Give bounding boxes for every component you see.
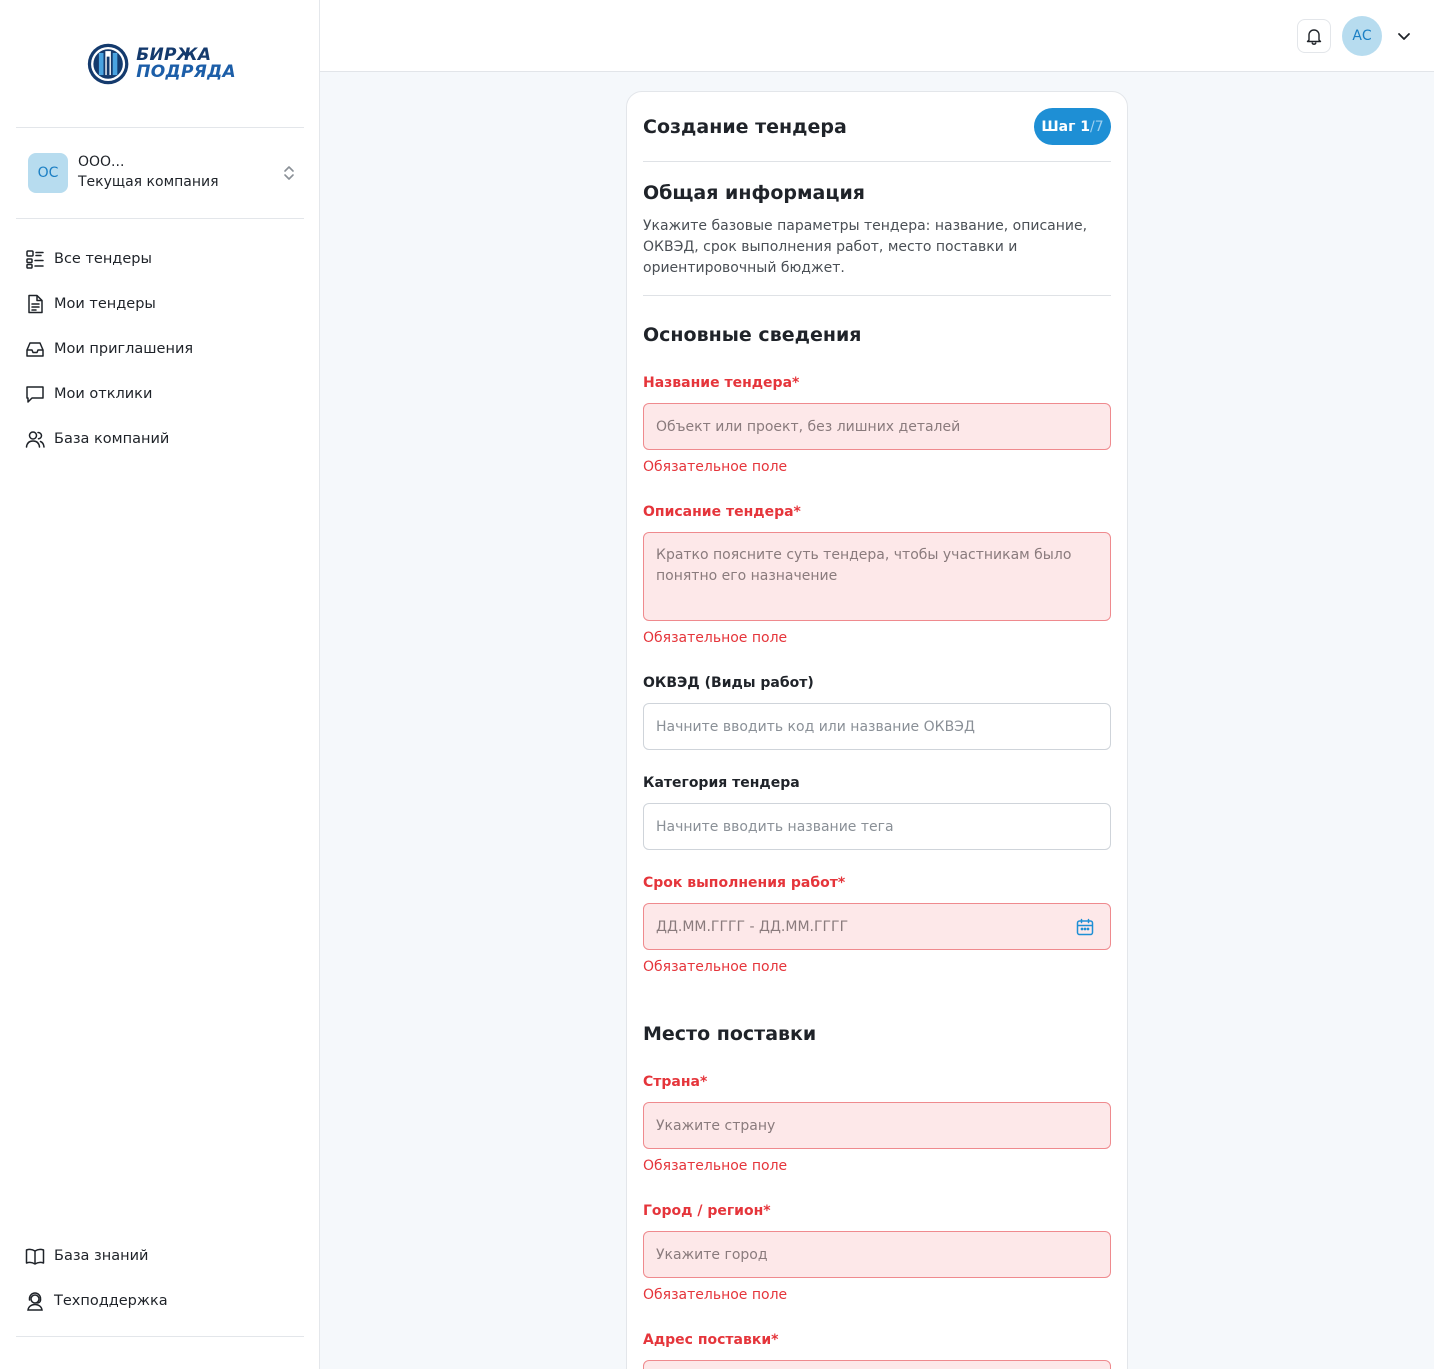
nav-item-companies[interactable]: База компаний (24, 416, 304, 461)
city-input[interactable] (643, 1231, 1111, 1278)
step-badge: Шаг 1/7 (1034, 108, 1111, 145)
deadline-error: Обязательное поле (643, 959, 788, 975)
tender-description-error: Обязательное поле (643, 630, 788, 646)
bell-icon (1306, 29, 1322, 45)
city-error: Обязательное поле (643, 1287, 788, 1303)
section-title: Общая информация (643, 182, 865, 204)
notifications-button[interactable] (1297, 19, 1331, 53)
tender-description-label: Описание тендера* (643, 504, 801, 520)
section-description: Укажите базовые параметры тендера: назва… (643, 218, 1088, 276)
card-divider (643, 295, 1111, 296)
sidebar-divider (16, 127, 304, 128)
nav-item-my-responses[interactable]: Мои отклики (24, 371, 304, 416)
chevron-up-down-icon (284, 166, 294, 180)
book-icon (25, 1248, 45, 1265)
support-icon (27, 1291, 43, 1311)
company-avatar: ОС (28, 153, 68, 193)
country-label: Страна* (643, 1074, 708, 1090)
category-input[interactable] (643, 803, 1111, 850)
card-divider (643, 161, 1111, 162)
nav-item-label: База знаний (54, 1247, 149, 1264)
main-nav: Все тендеры Мои тендеры Мои приглашения … (24, 236, 304, 461)
sidebar-divider (16, 1336, 304, 1337)
brand-wordmark: БИРЖА ПОДРЯДА (136, 47, 236, 81)
brand-logo[interactable]: БИРЖА ПОДРЯДА (86, 38, 236, 90)
top-bar: АС (320, 0, 1434, 72)
category-label: Категория тендера (643, 775, 800, 791)
city-label: Город / регион* (643, 1203, 771, 1219)
brand-line-2: ПОДРЯДА (136, 62, 236, 82)
company-name: ООО... (78, 154, 125, 170)
user-avatar[interactable]: АС (1342, 16, 1382, 56)
secondary-nav: База знаний Техподдержка (24, 1233, 304, 1323)
logo-icon (87, 43, 129, 85)
list-icon (26, 249, 44, 269)
company-subtitle: Текущая компания (78, 174, 219, 190)
deadline-label: Срок выполнения работ* (643, 875, 846, 891)
delivery-section-title: Место поставки (643, 1023, 817, 1045)
inbox-icon (26, 341, 44, 357)
nav-item-label: Мои тендеры (54, 295, 156, 312)
document-icon (28, 294, 43, 313)
nav-item-label: Все тендеры (54, 250, 152, 267)
tender-name-label: Название тендера* (643, 375, 800, 391)
nav-item-label: Мои приглашения (54, 340, 194, 357)
tender-name-error: Обязательное поле (643, 459, 788, 475)
nav-item-label: Мои отклики (54, 385, 153, 402)
nav-item-knowledge-base[interactable]: База знаний (24, 1233, 304, 1278)
nav-item-support[interactable]: Техподдержка (24, 1278, 304, 1323)
sidebar: БИРЖА ПОДРЯДА ОС ООО... Текущая компания… (0, 0, 320, 1369)
address-input[interactable] (643, 1360, 1111, 1369)
nav-item-all-tenders[interactable]: Все тендеры (24, 236, 304, 281)
chat-icon (26, 385, 44, 403)
basic-info-title: Основные сведения (643, 324, 862, 346)
step-total: /7 (1090, 118, 1104, 135)
company-switcher[interactable]: ОС ООО... Текущая компания (28, 153, 296, 193)
country-input[interactable] (643, 1102, 1111, 1149)
okved-label: ОКВЭД (Виды работ) (643, 675, 814, 691)
step-current: Шаг 1 (1041, 118, 1091, 135)
create-tender-card: Создание тендера Шаг 1/7 Общая информаци… (626, 91, 1128, 1369)
deadline-date-range-input[interactable] (643, 903, 1111, 950)
okved-input[interactable] (643, 703, 1111, 750)
users-icon (25, 430, 45, 448)
chevron-down-icon[interactable] (1396, 28, 1412, 44)
calendar-icon[interactable] (1075, 917, 1095, 937)
page-title: Создание тендера (643, 116, 847, 138)
country-error: Обязательное поле (643, 1158, 788, 1174)
sidebar-divider (16, 218, 304, 219)
tender-description-input[interactable] (643, 532, 1111, 621)
tender-name-input[interactable] (643, 403, 1111, 450)
nav-item-label: Техподдержка (54, 1292, 168, 1309)
nav-item-my-tenders[interactable]: Мои тендеры (24, 281, 304, 326)
nav-item-my-invitations[interactable]: Мои приглашения (24, 326, 304, 371)
nav-item-label: База компаний (54, 430, 170, 447)
address-label: Адрес поставки* (643, 1332, 779, 1348)
